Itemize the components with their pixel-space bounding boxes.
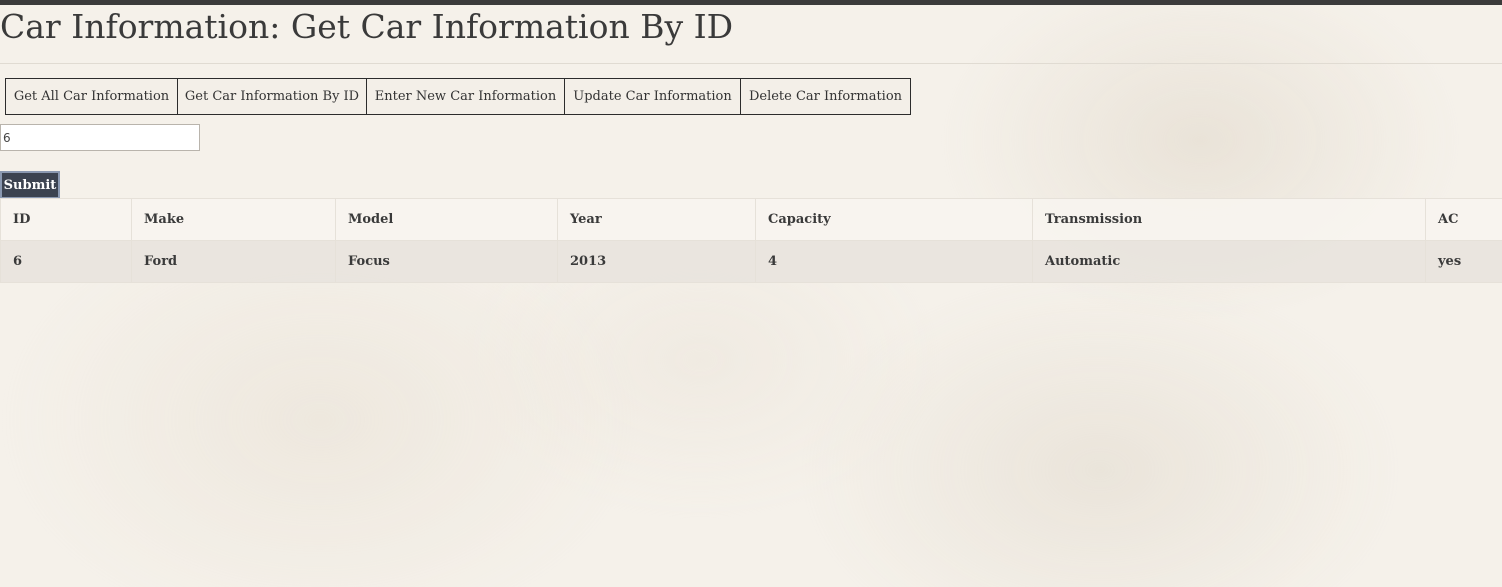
cell-year: 2013	[557, 240, 756, 283]
cell-ac: yes	[1425, 240, 1502, 283]
nav-button-group: Get All Car Information Get Car Informat…	[5, 78, 911, 115]
delete-car-information-button[interactable]: Delete Car Information	[740, 78, 911, 115]
car-information-table: ID Make Model Year Capacity Transmission…	[0, 198, 1502, 283]
cell-id: 6	[0, 240, 132, 283]
cell-capacity: 4	[755, 240, 1033, 283]
cell-transmission: Automatic	[1032, 240, 1426, 283]
get-car-information-by-id-button[interactable]: Get Car Information By ID	[177, 78, 367, 115]
update-car-information-button[interactable]: Update Car Information	[564, 78, 741, 115]
car-id-input[interactable]	[0, 124, 200, 151]
cell-make: Ford	[131, 240, 336, 283]
column-header-id: ID	[0, 198, 132, 241]
column-header-transmission: Transmission	[1032, 198, 1426, 241]
enter-new-car-information-button[interactable]: Enter New Car Information	[366, 78, 565, 115]
title-divider	[0, 63, 1502, 64]
column-header-capacity: Capacity	[755, 198, 1033, 241]
table-header-row: ID Make Model Year Capacity Transmission…	[0, 198, 1502, 241]
table-row: 6 Ford Focus 2013 4 Automatic yes	[0, 240, 1502, 283]
column-header-ac: AC	[1425, 198, 1502, 241]
get-all-car-information-button[interactable]: Get All Car Information	[5, 78, 178, 115]
column-header-make: Make	[131, 198, 336, 241]
column-header-year: Year	[557, 198, 756, 241]
page-title: Car Information: Get Car Information By …	[0, 7, 734, 46]
top-bar	[0, 0, 1502, 5]
column-header-model: Model	[335, 198, 558, 241]
submit-button[interactable]: Submit	[0, 171, 60, 199]
cell-model: Focus	[335, 240, 558, 283]
